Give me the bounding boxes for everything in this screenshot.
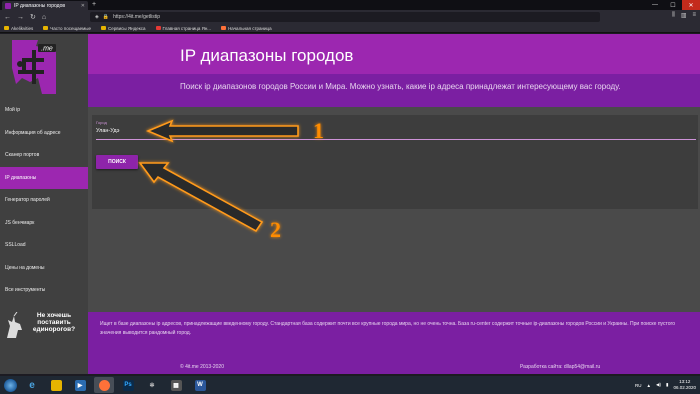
new-tab-icon[interactable]: + [92,1,96,8]
bookmark-item[interactable]: Часто посещаемые [43,26,91,31]
browser-titlebar: IP диапазоны городов ✕ + — ☐ ✕ [0,0,700,10]
forward-icon[interactable]: → [17,14,24,21]
page-footer: Ищет в базе диапазоны ip адресов, принад… [88,312,700,374]
sidebar-item-ip-ranges[interactable]: IP диапазоны [0,166,88,189]
site-favicon-icon [5,2,11,9]
tray-arrow-icon[interactable]: ▲ [647,383,651,388]
window-close-icon[interactable]: ✕ [682,0,700,10]
system-tray: RU ▲ ◀) ▮ 13:12 06.02.2020 [635,376,696,394]
taskbar-media[interactable]: ▶ [70,377,90,393]
taskbar-word[interactable]: W [190,377,210,393]
windows-icon [3,378,17,392]
page-title: IP диапазоны городов [180,46,354,65]
volume-icon[interactable]: ◀) [656,382,661,388]
shield-icon: ◈ [95,14,99,20]
taskbar-ie[interactable]: e [22,377,42,393]
browser-tab[interactable]: IP диапазоны городов ✕ [2,1,88,10]
sidebar-item-port-scanner[interactable]: Сканер портов [0,144,88,167]
taskbar-explorer[interactable] [46,377,66,393]
taskbar-photoshop[interactable]: Ps [118,377,138,393]
tool-icon: ✲ [149,382,155,389]
taskbar-tool[interactable]: ✲ [142,377,162,393]
sidebar-item-password-generator[interactable]: Генератор паролей [0,189,88,212]
reload-icon[interactable]: ↻ [30,13,36,21]
firefox-icon [98,379,110,391]
language-indicator[interactable]: RU [635,383,642,388]
sidebar-item-address-info[interactable]: Информация об адресе [0,122,88,145]
star-icon [43,26,49,30]
bookmark-item[interactable]: Akelikvities [4,26,33,31]
menu-icon[interactable]: ≡ [692,12,696,19]
sidebar: .me Мой ip Информация об адресе Сканер п… [0,34,88,374]
home-icon[interactable]: ⌂ [42,14,46,21]
media-player-icon: ▶ [74,379,86,391]
city-input-underline [96,139,696,140]
address-bar-url: https://4it.me/getlistip [113,14,161,20]
svg-text:.me: .me [41,46,53,53]
bookmark-item[interactable]: Главная страница Ян... [155,26,211,31]
search-card: Город Улан-Удэ ПОИСК [92,115,698,209]
unicorn-promo-text: Не хочешь поставить единорогов? [32,312,76,333]
sidebar-item-js-benchmark[interactable]: JS бенчмарк [0,212,88,235]
ie-icon: e [29,379,35,391]
bookmarks-bar: Akelikvities Часто посещаемые Сервисы Ян… [0,24,700,33]
sidebar-item-all-tools[interactable]: Все инструменты [0,279,88,302]
footer-copyright: © 4it.me 2013-2020 [180,364,224,370]
unicorn-promo[interactable]: Не хочешь поставить единорогов? [4,312,79,340]
folder-icon [50,379,62,391]
taskbar: e ▶ Ps ✲ ▦ W RU ▲ ◀) ▮ 13:12 06.02.2020 [0,376,700,394]
back-icon[interactable]: ← [4,14,11,21]
network-icon[interactable]: ▮ [666,382,668,388]
sidebar-menu: Мой ip Информация об адресе Сканер порто… [0,99,88,302]
page-description-band: Поиск ip диапазонов городов России и Мир… [88,74,700,107]
web-page: .me Мой ip Информация об адресе Сканер п… [0,34,700,374]
address-bar[interactable]: ◈ 🔒 https://4it.me/getlistip [90,12,600,22]
city-field-label: Город [96,120,107,125]
taskbar-firefox[interactable] [94,377,114,393]
library-icon[interactable]: ⫼ [672,12,675,19]
page-description: Поиск ip диапазонов городов России и Мир… [180,82,621,91]
unicorn-icon [7,312,22,338]
lock-icon: 🔒 [102,14,110,20]
yandex-icon [155,26,161,30]
start-button[interactable] [0,376,20,394]
firefox-icon [221,26,227,30]
footer-developer[interactable]: Разработка сайта: dllap54@mail.ru [520,364,600,370]
sidebar-item-my-ip[interactable]: Мой ip [0,99,88,122]
word-icon: W [194,379,206,391]
search-button[interactable]: ПОИСК [96,155,138,169]
clock-date: 06.02.2020 [673,385,696,390]
bookmark-item[interactable]: Начальная страница [221,26,272,31]
folder-icon [4,26,9,30]
photoshop-icon: Ps [122,379,134,391]
bookmark-item[interactable]: Сервисы Яндекса [101,26,146,31]
sidebar-item-sslload[interactable]: SSLLoad [0,234,88,257]
app-icon: ▦ [170,379,182,391]
tab-close-icon[interactable]: ✕ [81,3,85,9]
site-logo[interactable]: .me [8,38,60,96]
sidebar-item-domain-prices[interactable]: Цены на домены [0,257,88,280]
maximize-icon[interactable]: ☐ [664,0,682,10]
minimize-icon[interactable]: — [646,0,664,10]
clock[interactable]: 13:12 06.02.2020 [673,379,696,391]
footer-description: Ищет в базе диапазоны ip адресов, принад… [100,321,675,336]
tab-title: IP диапазоны городов [14,2,66,9]
folder-icon [101,26,107,30]
city-input[interactable]: Улан-Удэ [96,128,119,134]
taskbar-app[interactable]: ▦ [166,377,186,393]
sidebar-toggle-icon[interactable]: ▥ [681,12,687,19]
